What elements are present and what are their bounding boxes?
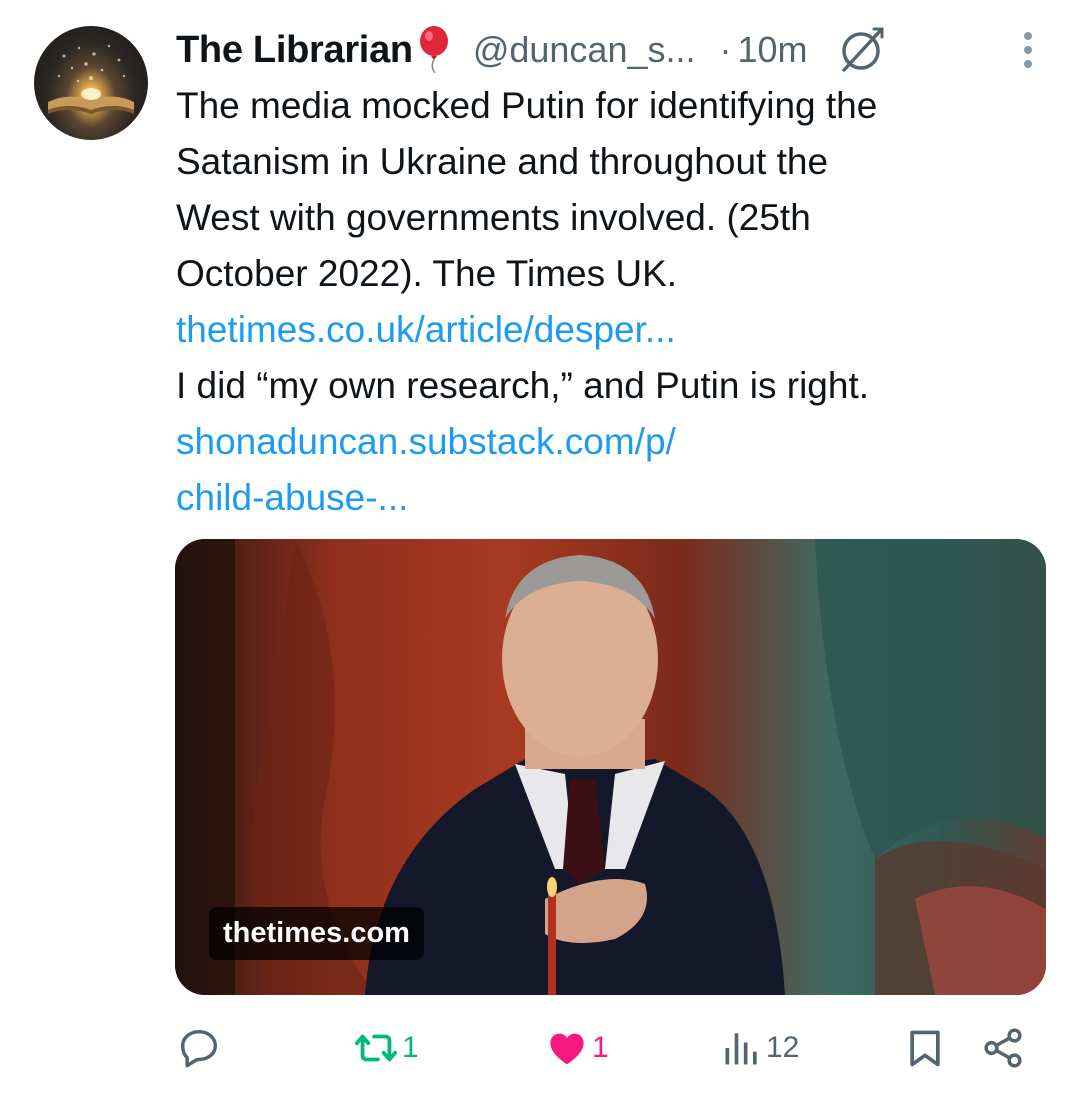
like-button[interactable]: 1 — [544, 1018, 609, 1078]
tweet-text-line: West with governments involved. (25th — [176, 197, 811, 238]
retweet-icon — [354, 1034, 398, 1062]
substack-link-line-1[interactable]: shonaduncan.substack.com/p/ — [176, 414, 1036, 470]
tweet-text-line: October 2022). The Times UK. — [176, 253, 678, 294]
tweet-header: The Librarian @duncan_s... · 10m — [176, 22, 1050, 78]
like-count: 1 — [592, 1031, 609, 1064]
tweet-action-bar: 1 1 12 — [176, 1018, 1040, 1078]
views-count: 12 — [766, 1031, 800, 1064]
link-card-domain: thetimes.com — [209, 907, 424, 960]
views-button[interactable]: 12 — [720, 1018, 799, 1078]
tweet-text: The media mocked Putin for identifying t… — [176, 78, 1036, 526]
tweet-text-line: The media mocked Putin for identifying t… — [176, 85, 878, 126]
share-button[interactable] — [980, 1018, 1026, 1078]
share-icon — [984, 1028, 1022, 1068]
tweet-timestamp[interactable]: 10m — [738, 29, 808, 71]
times-article-link[interactable]: thetimes.co.uk/article/desper... — [176, 302, 1036, 358]
views-icon — [725, 1033, 757, 1065]
author-name[interactable]: The Librarian — [176, 29, 413, 72]
author-handle[interactable]: @duncan_s... — [473, 29, 696, 71]
tweet-text-line: I did “my own research,” and Putin is ri… — [176, 365, 870, 406]
reply-icon — [180, 1029, 218, 1068]
tweet-text-line: Satanism in Ukraine and throughout the — [176, 141, 829, 182]
link-card-image[interactable]: thetimes.com — [175, 539, 1046, 995]
retweet-button[interactable]: 1 — [352, 1018, 419, 1078]
retweet-count: 1 — [402, 1031, 419, 1064]
not-synced-icon — [841, 27, 884, 72]
avatar-book-image — [48, 44, 134, 114]
substack-link-line-2[interactable]: child-abuse-... — [176, 470, 1036, 526]
more-icon[interactable] — [1018, 28, 1038, 72]
balloon-icon — [419, 26, 448, 74]
time-separator: · — [719, 29, 732, 70]
author-avatar[interactable] — [34, 26, 148, 140]
bookmark-icon — [910, 1030, 940, 1067]
heart-icon — [550, 1033, 584, 1065]
reply-button[interactable] — [176, 1018, 224, 1078]
bookmark-button[interactable] — [903, 1018, 947, 1078]
